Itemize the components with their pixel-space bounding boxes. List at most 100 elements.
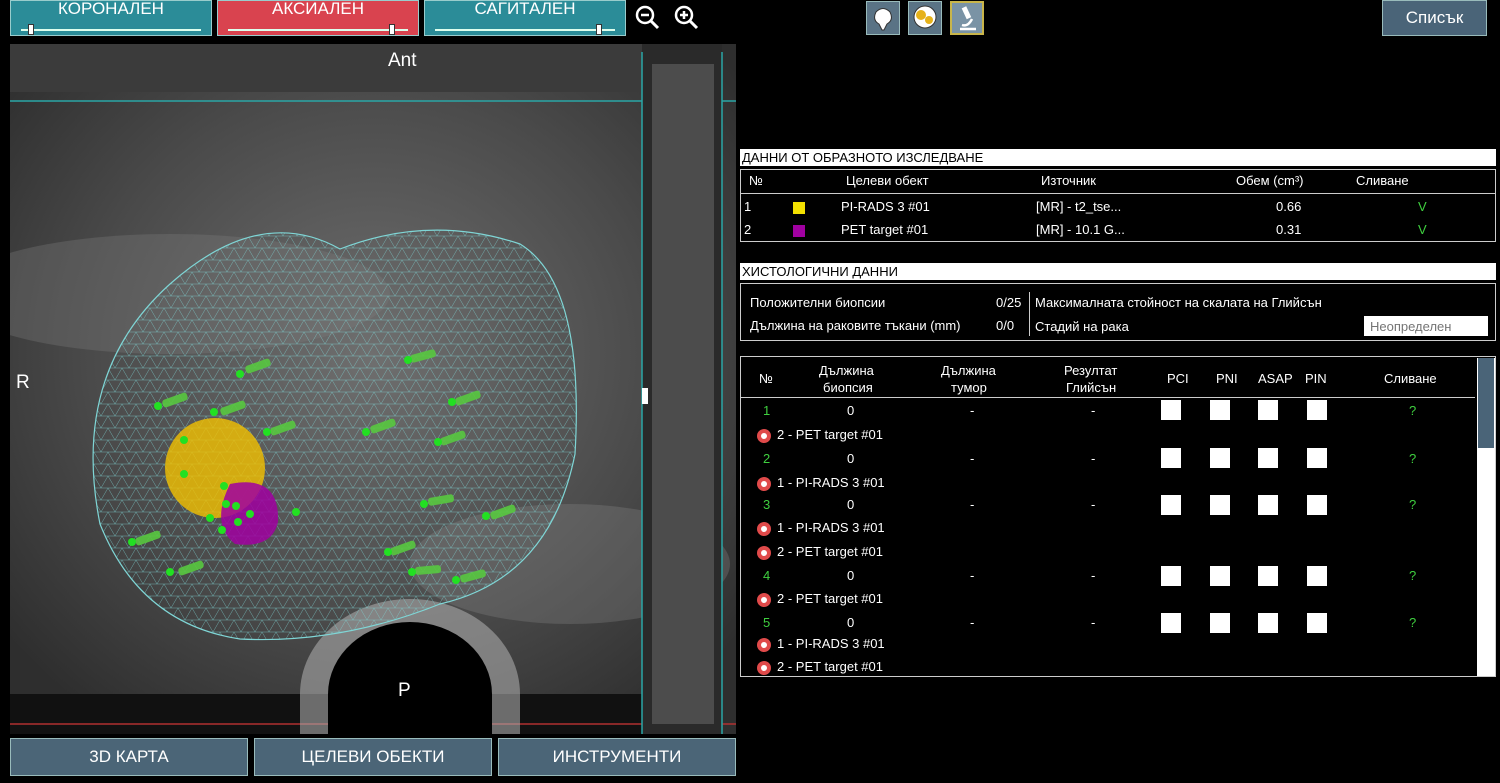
biopsy-row[interactable]: 3 0 - - ? 1 - PI-RADS 3 #01 2 - PET targ… [741, 495, 1476, 565]
histology-title: ХИСТОЛОГИЧНИ ДАННИ [740, 263, 1496, 280]
target-label: 1 - PI-RADS 3 #01 [777, 636, 885, 651]
bh-pci: PCI [1167, 371, 1189, 386]
prostate-icon [874, 8, 892, 31]
row-length: 0 [847, 451, 855, 466]
coronal-slider[interactable] [21, 29, 201, 31]
header-fusion: Сливане [1356, 173, 1409, 188]
row-num: 4 [763, 568, 771, 583]
ultrasound-viewer[interactable]: Ant P R [10, 44, 736, 734]
pci-checkbox[interactable] [1161, 566, 1181, 586]
asap-checkbox[interactable] [1258, 495, 1278, 515]
pin-checkbox[interactable] [1307, 448, 1327, 468]
target-label: 2 - PET target #01 [777, 659, 883, 674]
ultrasound-3d-render[interactable] [10, 44, 736, 734]
row-tumor: - [970, 451, 975, 466]
target-color-swatch [793, 202, 805, 214]
cancer-length-value: 0/0 [996, 318, 1015, 333]
row-volume: 0.31 [1276, 222, 1302, 237]
row-tumor: - [970, 497, 975, 512]
pin-checkbox[interactable] [1307, 613, 1327, 633]
row-tumor: - [970, 403, 975, 418]
row-target: 2 - PET target #01 [757, 544, 883, 560]
bh-pni: PNI [1216, 371, 1238, 386]
imaging-row[interactable]: 1 PI-RADS 3 #01 [MR] - t2_tse... 0.66 V [741, 196, 1495, 218]
pni-checkbox[interactable] [1210, 448, 1230, 468]
biopsy-row[interactable]: 2 0 - - ? 1 - PI-RADS 3 #01 [741, 447, 1476, 495]
target-label: 2 - PET target #01 [777, 427, 883, 442]
target-tool-button[interactable] [908, 1, 942, 35]
pni-checkbox[interactable] [1210, 495, 1230, 515]
positive-biopsies-value: 0/25 [996, 295, 1022, 310]
pni-checkbox[interactable] [1210, 400, 1230, 420]
row-source: [MR] - 10.1 G... [1036, 222, 1125, 237]
asap-checkbox[interactable] [1258, 400, 1278, 420]
axial-slider-handle[interactable] [389, 24, 395, 35]
row-length: 0 [847, 615, 855, 630]
target-label: 2 - PET target #01 [777, 544, 883, 559]
row-length: 0 [847, 403, 855, 418]
tools-button[interactable]: ИНСТРУМЕНТИ [498, 738, 736, 776]
cancer-length-label: Дължина на раковите тъкани (mm) [750, 318, 961, 333]
target-color-swatch [793, 225, 805, 237]
pci-checkbox[interactable] [1161, 613, 1181, 633]
scrollbar-thumb[interactable] [1478, 358, 1494, 448]
row-length: 0 [847, 568, 855, 583]
target-label: 2 - PET target #01 [777, 591, 883, 606]
row-target: PET target #01 [841, 222, 929, 237]
pni-checkbox[interactable] [1210, 613, 1230, 633]
bh-tumor-2: тумор [951, 380, 987, 395]
target-label: 1 - PI-RADS 3 #01 [777, 520, 885, 535]
row-gleason: - [1091, 451, 1096, 466]
row-num: 2 [763, 451, 771, 466]
pin-checkbox[interactable] [1307, 400, 1327, 420]
header-num: № [749, 173, 763, 188]
microscope-icon [960, 6, 976, 31]
asap-checkbox[interactable] [1258, 566, 1278, 586]
row-target: PI-RADS 3 #01 [841, 199, 930, 214]
axial-slider[interactable] [228, 29, 408, 31]
row-tumor: - [970, 615, 975, 630]
cancer-stage-field[interactable] [1364, 316, 1488, 336]
pin-checkbox[interactable] [1307, 495, 1327, 515]
anterior-label: Ant [388, 50, 417, 71]
biopsy-row[interactable]: 1 0 - - ? 2 - PET target #01 [741, 399, 1476, 447]
coronal-slider-handle[interactable] [28, 24, 34, 35]
sagittal-view-button[interactable]: САГИТАЛЕН [424, 0, 626, 36]
row-gleason: - [1091, 615, 1096, 630]
axial-view-button[interactable]: АКСИАЛЕН [217, 0, 419, 36]
imaging-row[interactable]: 2 PET target #01 [MR] - 10.1 G... 0.31 V [741, 219, 1495, 241]
axial-label: АКСИАЛЕН [271, 0, 365, 18]
asap-checkbox[interactable] [1258, 613, 1278, 633]
pci-checkbox[interactable] [1161, 495, 1181, 515]
row-num: 1 [744, 199, 752, 214]
biopsy-row[interactable]: 4 0 - - ? 2 - PET target #01 [741, 565, 1476, 613]
asap-checkbox[interactable] [1258, 448, 1278, 468]
pin-checkbox[interactable] [1307, 566, 1327, 586]
target-eye-icon [757, 521, 771, 536]
targets-button[interactable]: ЦЕЛЕВИ ОБЕКТИ [254, 738, 492, 776]
bh-length-1: Дължина [819, 363, 874, 378]
pci-checkbox[interactable] [1161, 400, 1181, 420]
target-eye-icon [757, 545, 771, 560]
sagittal-slider-handle[interactable] [596, 24, 602, 35]
pni-checkbox[interactable] [1210, 566, 1230, 586]
sagittal-slider[interactable] [435, 29, 615, 31]
row-fusion: V [1418, 199, 1427, 214]
pci-checkbox[interactable] [1161, 448, 1181, 468]
coronal-view-button[interactable]: КОРОНАЛЕН [10, 0, 212, 36]
row-num: 3 [763, 497, 771, 512]
list-button[interactable]: Списък [1382, 0, 1487, 36]
biopsy-scrollbar[interactable] [1477, 358, 1495, 676]
row-source: [MR] - t2_tse... [1036, 199, 1122, 214]
row-num: 1 [763, 403, 771, 418]
row-gleason: - [1091, 497, 1096, 512]
zoom-out-icon[interactable] [634, 4, 660, 30]
target-eye-icon [757, 637, 771, 652]
bh-result-1: Резултат [1064, 363, 1118, 378]
prostate-tool-button[interactable] [866, 1, 900, 35]
biopsy-row[interactable]: 5 0 - - ? 1 - PI-RADS 3 #01 2 - PET targ… [741, 613, 1476, 676]
zoom-in-icon[interactable] [673, 4, 699, 30]
3d-map-button[interactable]: 3D КАРТА [10, 738, 248, 776]
microscope-tool-button[interactable] [950, 1, 984, 35]
coronal-label: КОРОНАЛЕН [58, 0, 164, 18]
